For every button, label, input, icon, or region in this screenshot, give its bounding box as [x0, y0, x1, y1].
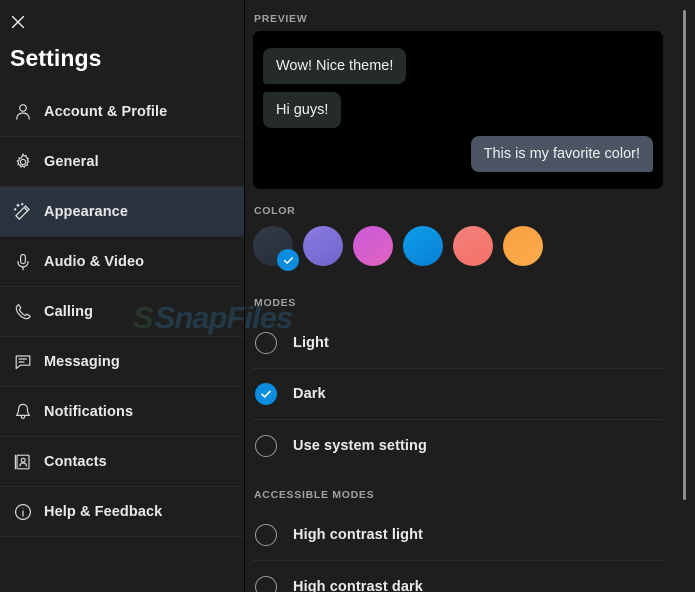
color-swatch[interactable] [453, 226, 493, 266]
color-swatch[interactable] [403, 226, 443, 266]
radio-light[interactable] [255, 332, 277, 354]
appearance-settings-panel: PREVIEW Wow! Nice theme! Hi guys! This i… [245, 0, 695, 592]
color-swatch-salmon[interactable] [453, 226, 493, 266]
preview-section-label: PREVIEW [254, 13, 308, 25]
sidebar-item-label: General [44, 153, 99, 170]
chat-bubble-icon [8, 347, 38, 377]
color-section-label: COLOR [254, 205, 296, 217]
radio-high-contrast-dark[interactable] [255, 575, 277, 592]
sidebar-item-label: Messaging [44, 353, 120, 370]
mode-option-high-contrast-light[interactable]: High contrast light [253, 510, 663, 561]
preview-message-incoming: Hi guys! [263, 92, 342, 128]
sidebar-item-audio-video[interactable]: Audio & Video [0, 237, 244, 287]
accessible-modes-section-label: ACCESSIBLE MODES [254, 489, 375, 501]
color-swatch-blue[interactable] [403, 226, 443, 266]
sidebar-item-appearance[interactable]: Appearance [0, 187, 244, 237]
sidebar-item-label: Contacts [44, 453, 107, 470]
theme-preview: Wow! Nice theme! Hi guys! This is my fav… [253, 31, 663, 189]
sidebar-item-contacts[interactable]: Contacts [0, 437, 244, 487]
mode-option-high-contrast-dark[interactable]: High contrast dark [253, 561, 663, 592]
color-swatch-slate[interactable] [253, 226, 299, 271]
sidebar-item-general[interactable]: General [0, 137, 244, 187]
preview-message-outgoing: This is my favorite color! [470, 136, 653, 172]
color-swatch[interactable] [303, 226, 343, 266]
settings-sidebar: Settings Account & Profile General Appea… [0, 0, 245, 592]
phone-icon [8, 297, 38, 327]
sidebar-item-label: Calling [44, 303, 94, 320]
mode-option-use-system-setting[interactable]: Use system setting [253, 420, 663, 471]
radio-high-contrast-light[interactable] [255, 524, 277, 546]
color-swatch-list [253, 226, 543, 271]
sidebar-nav: Account & Profile General Appearance Aud… [0, 87, 244, 537]
magic-wand-icon [8, 197, 38, 227]
page-title: Settings [10, 45, 102, 71]
sidebar-item-label: Help & Feedback [44, 503, 163, 520]
info-circle-icon [8, 497, 38, 527]
color-swatch-purple[interactable] [303, 226, 343, 266]
color-swatch[interactable] [353, 226, 393, 266]
mode-option-light[interactable]: Light [253, 318, 663, 369]
mode-option-label: Light [293, 335, 329, 351]
microphone-icon [8, 247, 38, 277]
mode-option-label: Use system setting [293, 437, 427, 454]
color-swatch[interactable] [503, 226, 543, 266]
radio-use-system-setting[interactable] [255, 434, 277, 457]
color-swatch-pink[interactable] [353, 226, 393, 266]
mode-option-label: High contrast light [293, 527, 423, 543]
panel-scrollbar-thumb[interactable] [683, 10, 686, 500]
sidebar-item-label: Appearance [44, 203, 129, 220]
modes-section-label: MODES [254, 297, 297, 309]
gear-icon [8, 147, 38, 177]
sidebar-item-label: Account & Profile [44, 103, 168, 120]
panel-scrollbar-track[interactable] [680, 0, 690, 592]
sidebar-item-help-feedback[interactable]: Help & Feedback [0, 487, 244, 537]
contact-card-icon [8, 447, 38, 477]
mode-option-label: Dark [293, 386, 326, 402]
radio-dark[interactable] [255, 383, 277, 405]
color-swatch-orange[interactable] [503, 226, 543, 266]
mode-option-dark[interactable]: Dark [253, 369, 663, 420]
sidebar-item-notifications[interactable]: Notifications [0, 387, 244, 437]
settings-window: Settings Account & Profile General Appea… [0, 0, 695, 592]
mode-option-label: High contrast dark [293, 578, 423, 592]
preview-message-incoming: Wow! Nice theme! [263, 48, 407, 84]
bell-icon [8, 397, 38, 427]
close-icon [10, 14, 26, 30]
swatch-selected-check-icon [277, 249, 299, 271]
sidebar-item-account-profile[interactable]: Account & Profile [0, 87, 244, 137]
sidebar-item-label: Notifications [44, 403, 134, 420]
person-icon [8, 97, 38, 127]
sidebar-item-calling[interactable]: Calling [0, 287, 244, 337]
sidebar-item-label: Audio & Video [44, 253, 145, 270]
sidebar-item-messaging[interactable]: Messaging [0, 337, 244, 387]
close-button[interactable] [6, 10, 30, 34]
